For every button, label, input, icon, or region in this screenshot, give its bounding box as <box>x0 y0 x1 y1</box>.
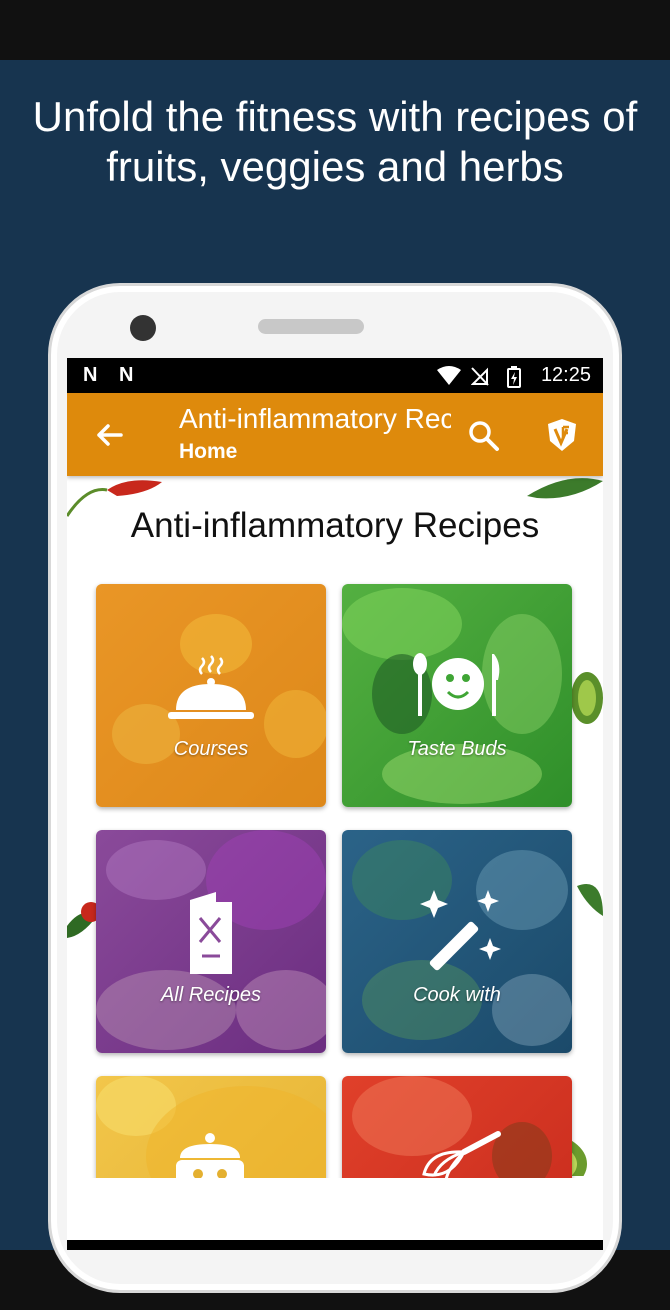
tile-label-courses: Courses <box>173 738 249 760</box>
tile-cook-with[interactable]: Cook with <box>342 830 572 1053</box>
phone-screen: N N 12:25 Anti-inflammatory Recipes Home <box>67 358 603 1250</box>
top-black-band <box>0 0 670 60</box>
phone-camera <box>130 315 156 341</box>
search-icon[interactable] <box>467 419 501 453</box>
whisk-icon <box>422 1131 501 1178</box>
tile-all-recipes[interactable]: All Recipes <box>96 830 326 1053</box>
app-subtitle: Home <box>179 440 238 463</box>
notification-n-icon: N <box>119 364 134 386</box>
app-bar: Anti-inflammatory Recipes Home <box>67 393 603 476</box>
tile-label-all-recipes: All Recipes <box>160 984 262 1006</box>
page-title: Anti-inflammatory Recipes <box>130 506 540 545</box>
tile-label-taste-buds: Taste Buds <box>407 738 507 760</box>
back-arrow-icon[interactable] <box>93 419 125 451</box>
status-time: 12:25 <box>540 364 591 386</box>
home-content: Anti-inflammatory Recipes Courses Taste … <box>67 476 603 1178</box>
menu-card-icon <box>190 892 232 974</box>
battery-icon <box>507 366 521 388</box>
brand-shield-icon[interactable] <box>545 417 579 453</box>
decorative-ingredients <box>67 478 603 1176</box>
status-bar: N N 12:25 <box>67 358 603 393</box>
tile-courses[interactable]: Courses <box>96 584 326 807</box>
tile-label-cook-with: Cook with <box>413 984 501 1006</box>
magic-wand-icon <box>420 890 501 971</box>
promo-headline: Unfold the fitness with recipes of fruit… <box>32 93 638 190</box>
no-signal-icon <box>471 367 489 386</box>
cloche-icon <box>168 655 254 719</box>
tile-cooking-pot[interactable] <box>96 1076 326 1178</box>
tile-taste-buds[interactable]: Taste Buds <box>342 584 572 807</box>
smiley-utensils-icon <box>413 653 500 716</box>
tile-whisk[interactable] <box>342 1076 572 1178</box>
phone-nav-bar <box>67 1240 603 1250</box>
notification-n-icon: N <box>83 364 98 386</box>
phone-speaker <box>258 319 364 334</box>
wifi-icon <box>437 366 461 385</box>
app-title: Anti-inflammatory Recipes <box>179 403 451 434</box>
cooking-pot-icon <box>176 1133 244 1178</box>
